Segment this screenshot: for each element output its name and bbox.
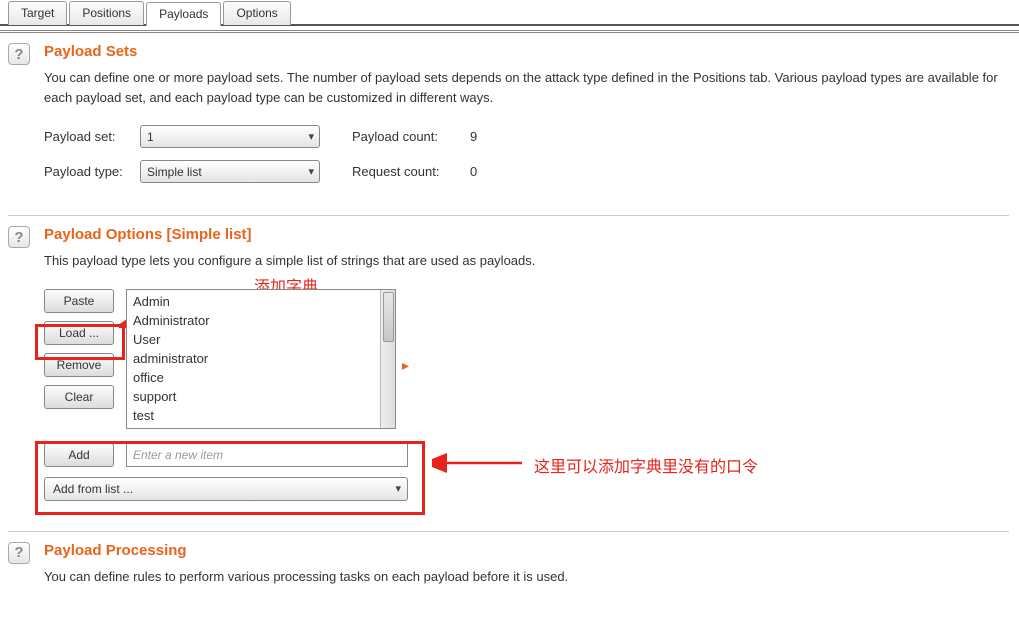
- payload-set-label: Payload set:: [44, 129, 132, 144]
- payload-processing-section: ? Payload Processing You can define rule…: [8, 542, 1009, 625]
- list-item[interactable]: office: [131, 368, 391, 387]
- list-item[interactable]: Administrator: [131, 311, 391, 330]
- tab-bar: Target Positions Payloads Options: [0, 0, 1019, 26]
- help-icon[interactable]: ?: [8, 43, 30, 65]
- list-item[interactable]: support: [131, 387, 391, 406]
- scrollbar-thumb[interactable]: [383, 292, 394, 342]
- payload-sets-title: Payload Sets: [44, 43, 1009, 60]
- list-item[interactable]: User: [131, 330, 391, 349]
- clear-button[interactable]: Clear: [44, 385, 114, 409]
- list-item[interactable]: administrator: [131, 349, 391, 368]
- load-button[interactable]: Load ...: [44, 321, 114, 345]
- add-from-list-select[interactable]: Add from list ...: [44, 477, 408, 501]
- payload-processing-title: Payload Processing: [44, 542, 1009, 559]
- list-item[interactable]: test: [131, 406, 391, 425]
- paste-button[interactable]: Paste: [44, 289, 114, 313]
- payload-options-title: Payload Options [Simple list]: [44, 226, 1009, 243]
- help-icon[interactable]: ?: [8, 542, 30, 564]
- tab-positions[interactable]: Positions: [69, 1, 144, 25]
- request-count-value: 0: [470, 164, 477, 179]
- payload-listbox[interactable]: Admin Administrator User administrator o…: [126, 289, 396, 429]
- tab-target[interactable]: Target: [8, 1, 67, 25]
- tab-payloads[interactable]: Payloads: [146, 2, 221, 26]
- payload-sets-desc: You can define one or more payload sets.…: [44, 68, 1009, 107]
- orange-caret-icon: ▸: [402, 357, 409, 374]
- payload-options-desc: This payload type lets you configure a s…: [44, 251, 1009, 271]
- payload-processing-desc: You can define rules to perform various …: [44, 567, 1009, 587]
- payload-count-label: Payload count:: [352, 129, 462, 144]
- scrollbar[interactable]: [380, 290, 395, 428]
- payload-type-select[interactable]: Simple list: [140, 160, 320, 183]
- remove-button[interactable]: Remove: [44, 353, 114, 377]
- tab-options[interactable]: Options: [223, 1, 290, 25]
- add-item-input[interactable]: [126, 443, 408, 467]
- payload-sets-section: ? Payload Sets You can define one or mor…: [8, 43, 1009, 216]
- add-button[interactable]: Add: [44, 443, 114, 467]
- request-count-label: Request count:: [352, 164, 462, 179]
- payload-options-section: ? Payload Options [Simple list] This pay…: [8, 226, 1009, 532]
- payload-count-value: 9: [470, 129, 477, 144]
- help-icon[interactable]: ?: [8, 226, 30, 248]
- list-item[interactable]: Admin: [131, 292, 391, 311]
- payload-type-label: Payload type:: [44, 164, 132, 179]
- annotation-add-hint: 这里可以添加字典里没有的口令: [534, 453, 758, 477]
- payload-set-select[interactable]: 1: [140, 125, 320, 148]
